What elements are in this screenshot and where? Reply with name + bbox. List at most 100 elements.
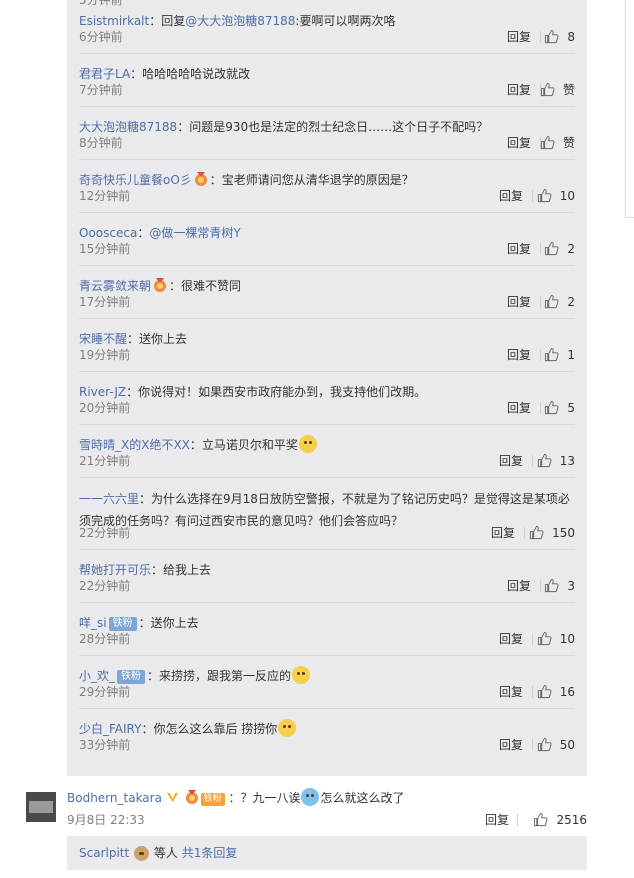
reply-username[interactable]: 咩_si (79, 616, 107, 630)
like-button[interactable]: 2 (544, 240, 575, 258)
reply-button[interactable]: 回复 (507, 577, 531, 595)
reply-time: 17分钟前 (79, 295, 131, 309)
right-edge (625, 218, 634, 878)
divider (79, 549, 575, 550)
like-button[interactable]: 50 (537, 736, 575, 754)
reply-meta: 22分钟前 回复 3 (79, 577, 575, 595)
reply-button[interactable]: 回复 (507, 399, 531, 417)
scrollbar[interactable] (625, 0, 634, 218)
reply-username[interactable]: 雪時晴_X的X绝不XX (79, 438, 190, 452)
reply-username[interactable]: Ooosceca (79, 226, 137, 240)
reply-meta: 7分钟前 回复 赞 (79, 81, 575, 99)
divider (517, 814, 518, 826)
reply-meta: 28分钟前 回复 10 (79, 630, 575, 648)
reply-button[interactable]: 回复 (507, 240, 531, 258)
reply-item: 少白_FAIRY：你怎么这么靠后 捞捞你 33分钟前 回复 50 (79, 708, 575, 761)
reply-body: ：哈哈哈哈哈说改就改 (130, 67, 251, 81)
divider (79, 265, 575, 266)
reply-username[interactable]: 帮她打开可乐 (79, 563, 151, 577)
comment-text: Bodhern_takara 铁粉 ：？九一八诶 怎么就这么改了 (67, 788, 404, 808)
divider (540, 402, 541, 414)
reply-meta: 21分钟前 回复 13 (79, 452, 575, 470)
reply-button[interactable]: 回复 (499, 630, 523, 648)
like-button[interactable]: 10 (537, 187, 575, 205)
reply-button[interactable]: 回复 (507, 293, 531, 311)
like-button[interactable]: 2516 (533, 811, 587, 829)
reply-time: 12分钟前 (79, 189, 131, 203)
reply-body: ：宝老师请问您从清华退学的原因是？ (209, 173, 414, 187)
like-button[interactable]: 150 (529, 524, 575, 542)
divider (79, 53, 575, 54)
like-count: 2 (567, 242, 575, 256)
thumbs-up-icon (545, 578, 559, 593)
like-button[interactable]: 16 (537, 683, 575, 701)
like-count: 50 (559, 738, 575, 752)
reply-button[interactable]: 回复 (507, 134, 531, 152)
comment-username[interactable]: Bodhern_takara (67, 791, 162, 805)
thumbs-up-icon (530, 525, 544, 540)
reply-item: 咩_si 铁粉 ：送你上去 28分钟前 回复 10 (79, 602, 575, 655)
reply-username[interactable]: 小_欢_ (79, 669, 115, 683)
reply-button[interactable]: 回复 (499, 452, 523, 470)
like-count: 10 (559, 189, 575, 203)
divider (79, 371, 575, 372)
emoji-icon (134, 846, 150, 861)
reply-button[interactable]: 回复 (499, 187, 523, 205)
reply-meta: 8分钟前 回复 赞 (79, 134, 575, 152)
emoji-icon (292, 666, 311, 684)
thumbs-up-icon (540, 82, 555, 97)
reply-time: 7分钟前 (79, 83, 123, 97)
like-button[interactable]: 5 (544, 399, 575, 417)
mention-link[interactable]: @做一棵常青树Y (149, 226, 240, 240)
sub-reply-text: 等人 (153, 846, 178, 860)
reply-item: 奇奇快乐儿童餐oO彡 ：宝老师请问您从清华退学的原因是？ 12分钟前 回复 10 (79, 159, 575, 212)
reply-button[interactable]: 回复 (507, 346, 531, 364)
reply-username[interactable]: Esistmirkalt (79, 14, 149, 28)
reply-item: 帮她打开可乐：给我上去 22分钟前 回复 3 (79, 549, 575, 602)
like-button[interactable]: 1 (544, 346, 575, 364)
reply-button[interactable]: 回复 (485, 811, 509, 829)
sub-reply-username[interactable]: Scarlpitt (79, 846, 129, 860)
reply-item: 雪時晴_X的X绝不XX：立马诺贝尔和平奖 21分钟前 回复 13 (79, 424, 575, 477)
reply-body: ：立马诺贝尔和平奖 (189, 438, 298, 452)
like-count: 1 (567, 348, 575, 362)
fan-badge: 铁粉 (117, 670, 146, 684)
reply-username[interactable]: 宋睡不醒 (79, 332, 127, 346)
divider (532, 739, 533, 751)
mention-link[interactable]: @大大泡泡糖87188 (185, 14, 295, 28)
avatar[interactable] (26, 792, 56, 822)
thumbs-up-icon (540, 135, 555, 150)
thumbs-up-icon (537, 737, 552, 752)
like-button[interactable]: 13 (537, 452, 575, 470)
reply-time: 28分钟前 (79, 632, 131, 646)
reply-body: :要啊可以啊两次咯 (295, 14, 396, 28)
sub-reply-summary[interactable]: Scarlpitt 等人 共1条回复 (67, 836, 587, 870)
reply-button[interactable]: 回复 (499, 683, 523, 701)
divider (79, 106, 575, 107)
reply-button[interactable]: 回复 (507, 81, 531, 99)
reply-username[interactable]: 少白_FAIRY (79, 722, 141, 736)
reply-username[interactable]: 青云雾敛来朝 (79, 279, 151, 293)
reply-username[interactable]: River-JZ (79, 385, 126, 399)
divider (524, 527, 525, 539)
reply-username[interactable]: 大大泡泡糖87188 (79, 120, 177, 134)
like-button[interactable]: 赞 (540, 134, 575, 152)
like-button[interactable]: 10 (537, 630, 575, 648)
reply-body: ：你说得对！如果西安市政府能办到，我支持他们改期。 (126, 385, 427, 399)
reply-button[interactable]: 回复 (491, 524, 515, 542)
like-button[interactable]: 8 (544, 28, 575, 46)
like-button[interactable]: 3 (544, 577, 575, 595)
divider (79, 212, 575, 213)
reply-button[interactable]: 回复 (499, 736, 523, 754)
reply-username[interactable]: 君君子LA (79, 67, 130, 81)
like-count: 150 (552, 526, 575, 540)
reply-button[interactable]: 回复 (507, 28, 531, 46)
like-count: 13 (559, 454, 575, 468)
thumbs-up-icon (534, 812, 548, 827)
like-button[interactable]: 2 (544, 293, 575, 311)
comment-body-b: 怎么就这么改了 (320, 791, 405, 805)
like-button[interactable]: 赞 (540, 81, 575, 99)
view-replies-link[interactable]: 共1条回复 (182, 846, 238, 860)
reply-username[interactable]: 奇奇快乐儿童餐oO彡 (79, 173, 192, 187)
reply-username[interactable]: 一一六六里 (79, 492, 139, 506)
